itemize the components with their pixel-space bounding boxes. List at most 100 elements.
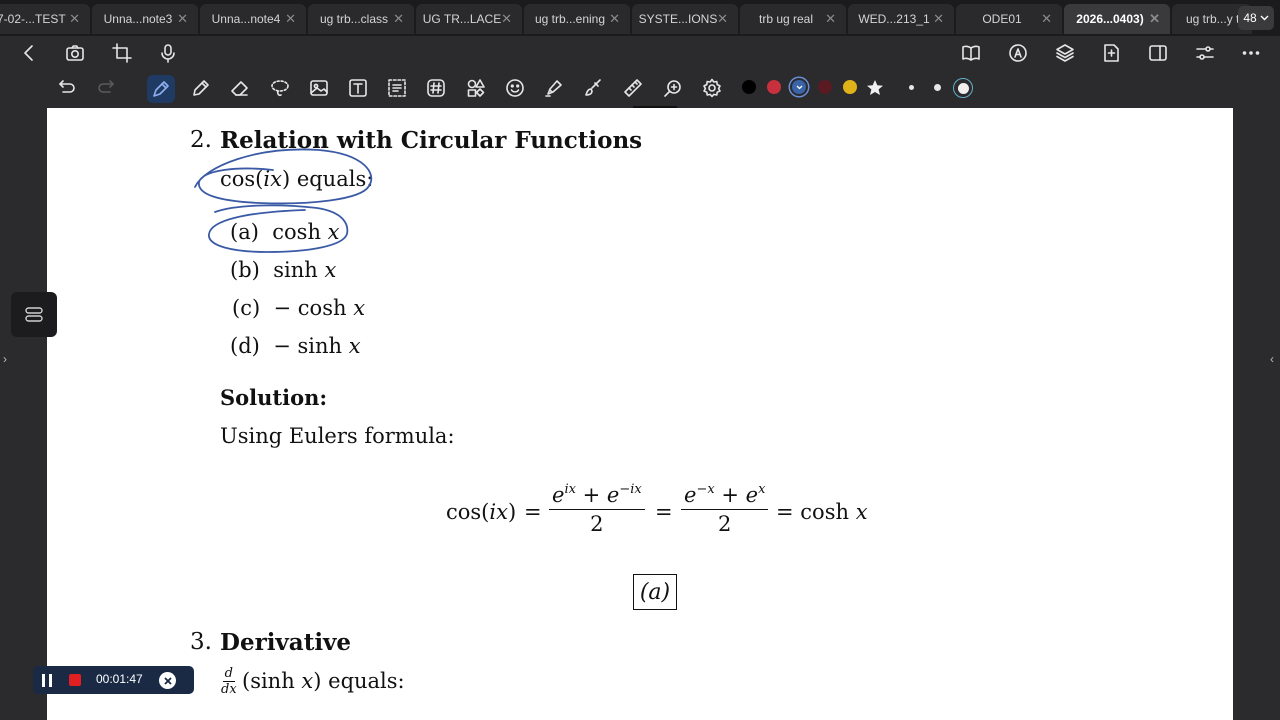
pause-icon[interactable] [42, 674, 54, 687]
solution-heading-text: Solution: [220, 385, 328, 410]
camera-icon[interactable] [62, 40, 88, 66]
tab-label: WED...213_1 [858, 12, 930, 26]
close-icon[interactable]: ✕ [393, 11, 404, 27]
brush-icon[interactable] [580, 75, 606, 101]
section-title-text: Derivative [220, 629, 352, 656]
tab-label: ug trb...class [319, 12, 389, 26]
plus-sign: + [714, 483, 746, 507]
tab[interactable]: Unna...note3 ✕ [92, 4, 198, 34]
close-icon[interactable]: ✕ [1041, 11, 1052, 27]
tab[interactable]: ODE01 ✕ [956, 4, 1062, 34]
chevron-left-icon[interactable]: ‹ [1270, 352, 1274, 366]
mic-icon[interactable] [155, 40, 181, 66]
rhs-var: x [855, 500, 868, 524]
fraction-numerator: eix + e−ix [549, 482, 645, 510]
formula-rhs: = cosh x [776, 500, 868, 524]
more-icon[interactable] [1238, 40, 1264, 66]
chevron-down-icon [1260, 15, 1269, 21]
book-icon[interactable] [958, 40, 984, 66]
tab-label: SYSTE...IONS [638, 12, 718, 26]
notebook-page[interactable]: 2. Relation with Circular Functions cos(… [47, 108, 1233, 720]
rhs-equals: = [776, 500, 794, 524]
close-icon[interactable]: ✕ [69, 11, 80, 27]
tab[interactable]: trb ug real ✕ [740, 4, 846, 34]
back-icon[interactable] [16, 40, 42, 66]
stop-icon[interactable] [69, 674, 81, 686]
tab-active[interactable]: 2026...0403) ✕ [1064, 4, 1170, 34]
close-icon[interactable]: ✕ [825, 11, 836, 27]
stroke-size-medium[interactable] [934, 84, 941, 91]
close-icon[interactable]: ✕ [1149, 11, 1160, 27]
solution-text: Using Eulers formula: [220, 424, 455, 448]
color-swatch-yellow[interactable] [843, 80, 857, 94]
option-c: (c) − cosh x [232, 296, 365, 320]
tab[interactable]: ug trb...ening ✕ [524, 4, 630, 34]
option-b: (b) sinh x [230, 258, 336, 282]
lhs-close: ) [507, 500, 517, 524]
sliders-icon[interactable] [1192, 40, 1218, 66]
section-title-text: Relation with Circular Functions [220, 127, 643, 154]
pencil-icon[interactable] [188, 75, 214, 101]
undo-icon[interactable] [52, 75, 78, 101]
lasso-icon[interactable] [267, 75, 293, 101]
tab[interactable]: 27-02-...TEST✕ [0, 4, 90, 34]
tab-label: 27-02-...TEST [0, 12, 66, 26]
eraser-icon[interactable] [227, 75, 253, 101]
pen-icon[interactable] [147, 75, 175, 103]
split-view-icon[interactable] [1145, 40, 1171, 66]
highlighter-icon[interactable] [541, 75, 567, 101]
lhs-var: ix [489, 500, 508, 524]
settings-icon[interactable] [699, 75, 725, 101]
exponent: ix [564, 482, 576, 497]
fraction-denominator: 2 [590, 512, 604, 536]
close-icon[interactable]: ✕ [177, 11, 188, 27]
pen-circle-icon[interactable] [1005, 40, 1031, 66]
exp-base: e [684, 483, 697, 507]
close-icon[interactable]: ✕ [501, 11, 512, 27]
sidebar-toggle-button[interactable] [11, 292, 57, 337]
tab[interactable]: ug trb...class ✕ [308, 4, 414, 34]
section-title: Derivative [220, 629, 351, 656]
option-label: (d) [230, 334, 260, 358]
stroke-size-small[interactable] [909, 85, 914, 90]
text-icon[interactable] [345, 75, 371, 101]
close-icon[interactable] [159, 672, 176, 689]
option-func: − sinh [273, 334, 343, 358]
derivative-operator: d dx [221, 666, 237, 697]
color-swatch-black[interactable] [742, 80, 756, 94]
chevron-right-icon[interactable]: › [3, 352, 7, 366]
add-page-icon[interactable] [1098, 40, 1124, 66]
tab-count-button[interactable]: 48 [1238, 6, 1274, 30]
fraction-denominator: 2 [718, 512, 732, 536]
tab[interactable]: WED...213_1 ✕ [848, 4, 954, 34]
tab-label: ODE01 [982, 12, 1022, 26]
hashtag-icon[interactable] [423, 75, 449, 101]
layers-icon[interactable] [1052, 40, 1078, 66]
ruler-icon[interactable] [620, 75, 646, 101]
color-swatch-red[interactable] [767, 80, 781, 94]
prompt-func: cos( [220, 167, 264, 191]
question-number: 3. [190, 629, 212, 655]
close-icon[interactable]: ✕ [285, 11, 296, 27]
shapes-icon[interactable] [463, 75, 489, 101]
image-icon[interactable] [306, 75, 332, 101]
exponent: −x [696, 482, 715, 497]
close-icon[interactable]: ✕ [933, 11, 944, 27]
redo-icon[interactable] [95, 75, 121, 101]
color-swatch-blue[interactable] [792, 80, 806, 94]
formula-lhs: cos(ix) [446, 500, 516, 524]
tab[interactable]: UG TR...LACE ✕ [416, 4, 522, 34]
question-prompt: cos(ix) equals: [220, 167, 373, 191]
sticker-icon[interactable] [502, 75, 528, 101]
zoom-icon[interactable] [660, 75, 686, 101]
close-icon[interactable]: ✕ [609, 11, 620, 27]
close-icon[interactable]: ✕ [717, 11, 728, 27]
lhs-func: cos( [446, 500, 490, 524]
select-text-icon[interactable] [384, 75, 410, 101]
tab[interactable]: Unna...note4 ✕ [200, 4, 306, 34]
crop-icon[interactable] [109, 40, 135, 66]
tab[interactable]: SYSTE...IONS ✕ [632, 4, 738, 34]
stroke-size-large[interactable] [953, 78, 973, 98]
star-icon[interactable] [862, 75, 888, 101]
color-swatch-maroon[interactable] [818, 80, 832, 94]
